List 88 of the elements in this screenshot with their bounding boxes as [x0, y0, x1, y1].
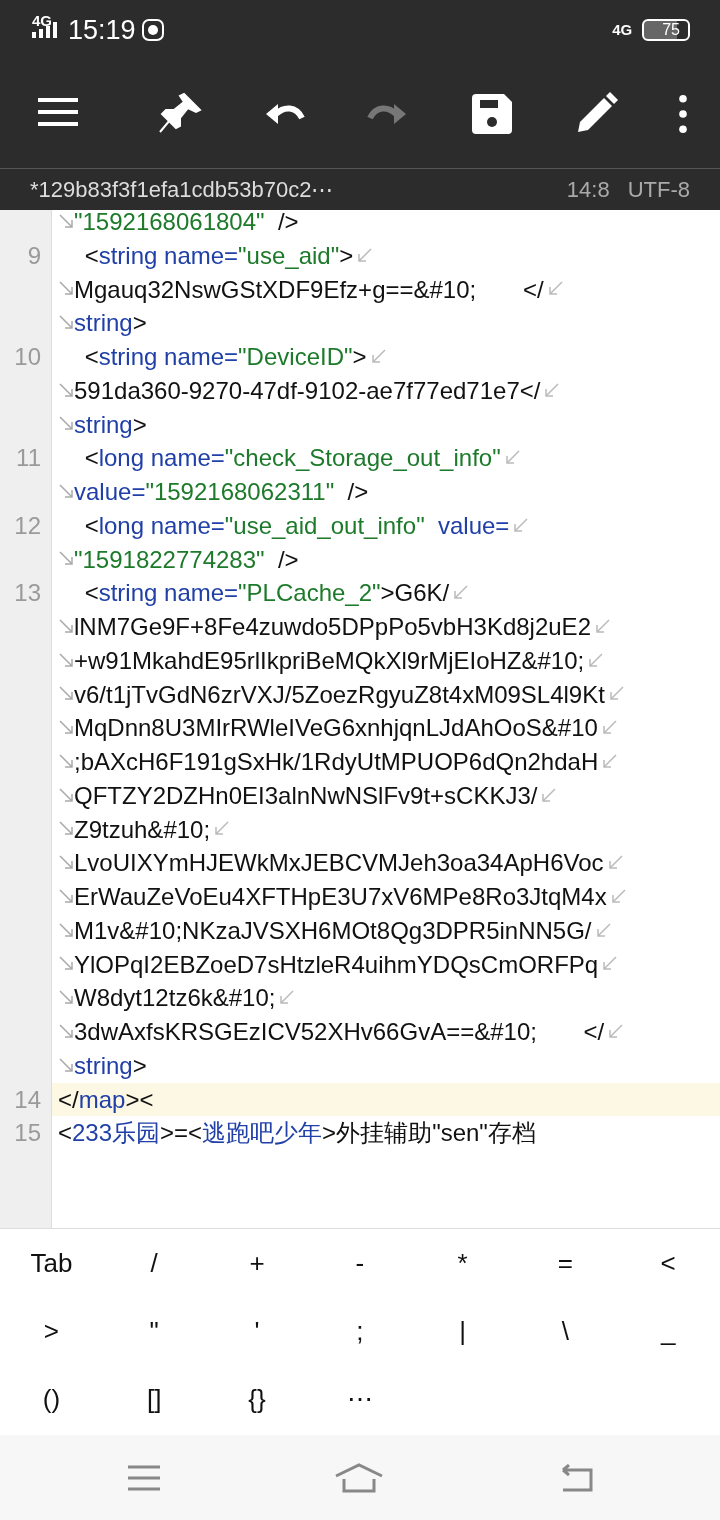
line-number: 11	[16, 444, 41, 472]
key[interactable]: \	[514, 1297, 617, 1365]
code-text: <long name="use_aid_out_info" value=	[83, 510, 510, 541]
code-text: <string name="use_aid">	[83, 240, 354, 271]
key[interactable]: *	[411, 1229, 514, 1297]
code-text: M1v&#10;NKzaJVSXH6MOt8Qg3DPR5inNN5G/	[74, 915, 592, 946]
home-icon[interactable]	[334, 1462, 384, 1493]
wrap-start-icon	[58, 482, 74, 501]
key[interactable]: <	[616, 1229, 720, 1297]
line-number: 15	[14, 1119, 41, 1147]
key[interactable]: >	[0, 1297, 103, 1365]
key[interactable]: =	[514, 1229, 617, 1297]
wrap-end-icon	[588, 651, 605, 670]
code-text: string>	[74, 1050, 147, 1081]
line-number: 14	[14, 1085, 41, 1113]
more-button[interactable]	[678, 94, 688, 134]
wrap-end-icon	[608, 1022, 625, 1041]
key[interactable]: {}	[205, 1365, 309, 1433]
encoding-label: UTF-8	[627, 176, 690, 204]
key[interactable]: ⋯	[308, 1365, 412, 1433]
key[interactable]: []	[102, 1365, 206, 1433]
code-text: </map><	[58, 1084, 154, 1115]
code-text: "1591822774283" />	[74, 544, 299, 575]
line-number: 13	[14, 579, 41, 607]
code-text: <string name="PLCache_2">G6K/	[83, 578, 450, 609]
line-number: 12	[14, 511, 41, 539]
code-editor[interactable]	[0, 210, 720, 1229]
wrap-end-icon	[370, 347, 387, 366]
key[interactable]: /	[102, 1229, 206, 1297]
wrap-start-icon	[58, 921, 74, 940]
network-label: 4G	[612, 19, 633, 40]
wrap-end-icon	[595, 921, 612, 940]
line-number: 9	[27, 241, 41, 269]
key[interactable]: Tab	[0, 1229, 103, 1297]
more-icon	[678, 94, 688, 134]
wrap-start-icon	[58, 1022, 74, 1041]
wrap-end-icon	[602, 752, 619, 771]
wrap-end-icon	[513, 516, 530, 535]
key[interactable]: ()	[0, 1365, 103, 1433]
wrap-start-icon	[58, 887, 74, 906]
code-text: string>	[74, 409, 147, 440]
key[interactable]: ;	[308, 1297, 412, 1365]
code-text: ;bAXcH6F191gSxHk/1RdyUtMPUOP6dQn2hdaH	[74, 747, 599, 777]
key[interactable]: |	[411, 1297, 514, 1365]
wrap-end-icon	[357, 246, 374, 265]
wrap-start-icon	[58, 786, 74, 805]
key[interactable]: _	[616, 1297, 720, 1365]
file-name: *129b83f3f1efa1cdb53b70c2⋯	[30, 176, 334, 204]
wrap-end-icon	[541, 786, 558, 805]
save-button[interactable]	[470, 92, 514, 136]
key[interactable]: "	[102, 1297, 206, 1365]
code-text: +w91MkahdE95rlIkpriBeMQkXl9rMjEIoHZ&#10;	[74, 645, 585, 676]
code-text: Mgauq32NswGStXDF9Efz+g==&#10; </	[74, 274, 544, 305]
code-text: 591da360-9270-47df-9102-ae7f77ed71e7</	[74, 375, 541, 406]
code-text: v6/t1jTvGdN6zrVXJ/5ZoezRgyuZ8t4xM09SL4l9Kt	[74, 679, 605, 710]
network-label: 4G	[32, 10, 52, 31]
code-text: QFTZY2DZHn0EI3alnNwNSlFv9t+sCKKJ3/	[74, 780, 538, 811]
menu-icon[interactable]	[126, 1464, 161, 1491]
wrap-start-icon	[58, 752, 74, 771]
code-text: YlOPqI2EBZoeD7sHtzleR4uihmYDQsCmORFPq	[74, 949, 599, 980]
battery-icon: 75	[642, 19, 690, 41]
time-label: 15:19	[68, 13, 136, 47]
wrap-start-icon	[58, 617, 74, 636]
key[interactable]: '	[205, 1297, 309, 1365]
key[interactable]: +	[205, 1229, 309, 1297]
wrap-end-icon	[610, 887, 627, 906]
code-text: LvoUIXYmHJEWkMxJEBCVMJeh3oa34ApH6Voc	[74, 848, 604, 879]
code-text: lNM7Ge9F+8Fe4zuwdo5DPpPo5vbH3Kd8j2uE2	[74, 612, 591, 642]
wrap-start-icon	[58, 651, 74, 670]
code-text: Z9tzuh&#10;	[74, 814, 211, 845]
notification-icon	[141, 19, 164, 41]
code-text: MqDnn8U3MIrRWleIVeG6xnhjqnLJdAhOoS&#10	[74, 713, 598, 744]
cursor-position: 14:8	[566, 176, 610, 204]
code-text: string>	[74, 308, 147, 339]
wrap-start-icon	[58, 1056, 74, 1075]
code-text: <233乐园>=<逃跑吧少年>外挂辅助"sen"存档	[58, 1118, 536, 1149]
code-text: 3dwAxfsKRSGEzICV52XHv66GvA==&#10; </	[74, 1017, 605, 1047]
wrap-end-icon	[544, 381, 561, 400]
wrap-end-icon	[595, 617, 611, 636]
save-icon	[470, 92, 514, 136]
code-text: <long name="check_Storage_out_info"	[83, 443, 501, 474]
code-text: W8dyt12tz6k&#10;	[74, 983, 276, 1014]
key[interactable]: -	[308, 1229, 412, 1297]
code-text: value="1592168062311" />	[74, 477, 369, 507]
code-text: ErWauZeVoEu4XFTHpE3U7xV6MPe8Ro3JtqM4x	[74, 882, 607, 912]
wrap-start-icon	[58, 381, 74, 400]
line-number: 10	[14, 343, 41, 370]
code-text: <string name="DeviceID">	[83, 342, 367, 372]
